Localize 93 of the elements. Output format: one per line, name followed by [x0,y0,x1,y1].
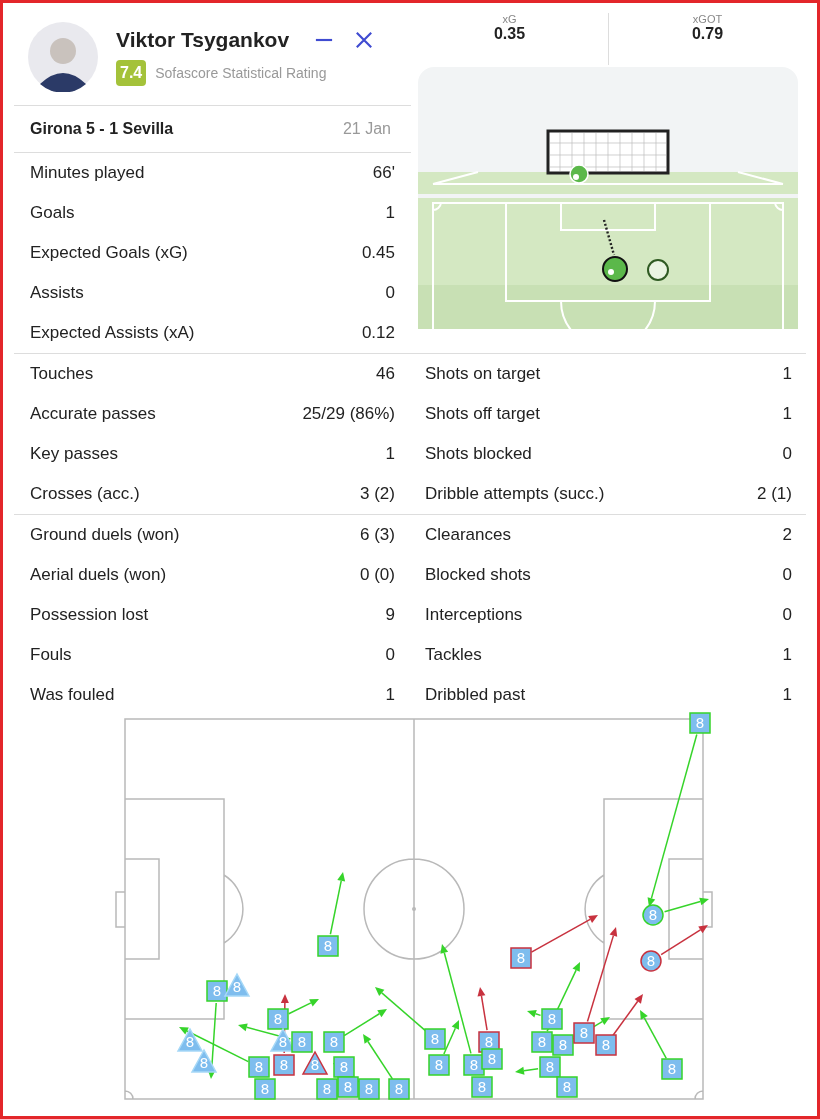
marker-label: 8 [646,953,656,969]
marker-label: 8 [394,1081,404,1097]
marker-label: 8 [487,1051,497,1067]
stat-value: 0 [385,283,395,303]
close-icon[interactable] [355,31,374,49]
marker-label: 8 [477,1079,487,1095]
stat-label: Minutes played [30,163,145,183]
stat-value: 2 [782,525,792,545]
stat-value: 1 [782,364,792,384]
marker-label: 8 [545,1059,555,1075]
stat-label: Tackles [425,645,482,665]
stat-value: 1 [385,203,395,223]
metric-label: xG [502,13,517,25]
stat-label: Dribbled past [425,685,526,705]
stat-label: Ground duels (won) [30,525,180,545]
marker-label: 8 [273,1011,283,1027]
marker-label: 8 [547,1011,557,1027]
metric-value: 0.35 [493,25,526,43]
marker-label: 8 [232,979,242,995]
stat-value: 0 [782,444,792,464]
stat-label: Expected Goals (xG) [30,243,188,263]
player-avatar [28,22,98,92]
marker-label: 8 [323,938,333,954]
stat-label: Crosses (acc.) [30,484,140,504]
marker-label: 8 [278,1034,288,1050]
stat-value: 2 (1) [757,484,792,504]
stat-label: Shots on target [425,364,541,384]
match-score: Girona 5 - 1 Sevilla [30,120,174,138]
stat-value: 0.45 [361,243,395,263]
stat-label: Possession lost [30,605,149,625]
marker-label: 8 [322,1081,332,1097]
stat-label: Aerial duels (won) [30,565,167,585]
stat-label: Assists [30,283,84,303]
stat-value: 1 [385,444,395,464]
marker-label: 8 [695,715,705,731]
marker-label: 8 [364,1081,374,1097]
stat-value: 1 [782,685,792,705]
stat-value: 0.12 [361,323,395,343]
marker-label: 8 [279,1057,289,1073]
marker-label: 8 [484,1034,494,1050]
stat-label: Shots blocked [425,444,532,464]
marker-label: 8 [339,1059,349,1075]
marker-label: 8 [562,1079,572,1095]
marker-label: 8 [537,1034,547,1050]
stat-value: 1 [782,404,792,424]
stat-value: 25/29 (86%) [302,404,395,424]
marker-label: 8 [310,1057,320,1073]
stat-value: 1 [385,685,395,705]
rating-badge: 7.4 [116,60,147,86]
stat-value: 6 (3) [360,525,395,545]
metric-label: xGOT [692,13,723,25]
metric-value: 0.79 [691,25,724,43]
marker-label: 8 [579,1025,589,1041]
marker-label: 8 [297,1034,307,1050]
stat-value: 0 [782,565,792,585]
stat-label: Accurate passes [30,404,156,424]
marker-label: 8 [667,1061,677,1077]
stat-value: 1 [782,645,792,665]
marker-label: 8 [516,950,526,966]
marker-label: 8 [469,1057,479,1073]
stat-label: Dribble attempts (succ.) [425,484,605,504]
rating-label: Sofascore Statistical Rating [155,65,327,81]
marker-label: 8 [343,1079,353,1095]
stat-value: 9 [385,605,395,625]
stat-label: Shots off target [425,404,540,424]
stat-label: Goals [30,203,75,223]
stat-value: 3 (2) [360,484,395,504]
stat-label: Key passes [30,444,118,464]
marker-label: 8 [558,1037,568,1053]
match-date: 21 Jan [342,120,391,138]
marker-label: 8 [212,983,222,999]
stat-value: 0 [782,605,792,625]
stat-label: Expected Assists (xA) [30,323,195,343]
stat-label: Clearances [425,525,511,545]
marker-label: 8 [260,1081,270,1097]
stat-value: 0 (0) [360,565,395,585]
marker-label: 8 [430,1031,440,1047]
stat-label: Fouls [30,645,72,665]
stat-value: 0 [385,645,395,665]
marker-label: 8 [329,1034,339,1050]
marker-label: 8 [254,1059,264,1075]
marker-label: 8 [434,1057,444,1073]
stat-label: Blocked shots [425,565,531,585]
marker-label: 8 [199,1055,209,1071]
marker-label: 8 [185,1034,195,1050]
stat-value: 66' [372,163,395,183]
player-name: Viktor Tsygankov [116,28,290,52]
stat-value: 46 [376,364,395,384]
marker-label: 8 [648,907,658,923]
stat-label: Touches [30,364,94,384]
marker-label: 8 [601,1037,611,1053]
stat-label: Was fouled [30,685,115,705]
stat-label: Interceptions [425,605,523,625]
